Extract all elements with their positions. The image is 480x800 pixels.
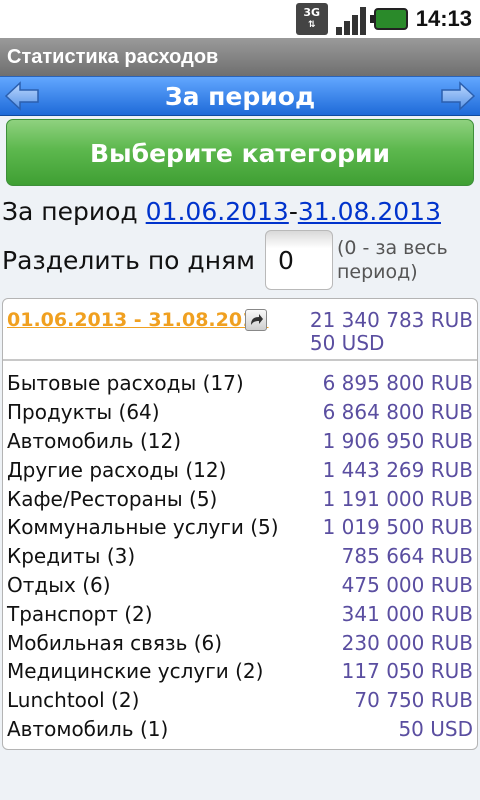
category-amount: 475 000 RUB — [341, 572, 473, 597]
category-name: Lunchtool (2) — [7, 688, 140, 713]
category-amount: 70 750 RUB — [354, 688, 473, 713]
category-name: Продукты (64) — [7, 400, 160, 425]
app-title-bar: Статистика расходов — [0, 38, 480, 76]
list-item[interactable]: Коммунальные услуги (5) 1 019 500 RUB — [3, 513, 477, 542]
split-by-days-row: Разделить по дням 0 (0 - за весь период) — [2, 228, 478, 292]
expense-list: Бытовые расходы (17) 6 895 800 RUB Продук… — [3, 369, 477, 743]
status-time: 14:13 — [415, 6, 472, 31]
date-range-row: За период 01.06.2013-31.08.2013 — [2, 192, 441, 230]
category-name: Отдых (6) — [7, 572, 111, 597]
summary-header: 01.06.2013 - 31.08.2013 21 340 783 RUB 5… — [3, 299, 477, 361]
list-item[interactable]: Бытовые расходы (17) 6 895 800 RUB — [3, 369, 477, 398]
split-days-hint: (0 - за весь период) — [336, 237, 448, 283]
list-item[interactable]: Автомобиль (12) 1 906 950 RUB — [3, 427, 477, 456]
list-item[interactable]: Медицинские услуги (2) 117 050 RUB — [3, 657, 477, 686]
next-period-button[interactable] — [436, 78, 480, 114]
signal-strength-icon — [335, 3, 366, 35]
list-item[interactable]: Отдых (6) 475 000 RUB — [3, 571, 477, 600]
category-name: Кафе/Рестораны (5) — [7, 486, 218, 511]
category-amount: 117 050 RUB — [341, 659, 473, 684]
summary-total-usd: 50 USD — [309, 331, 385, 355]
category-amount: 1 906 950 RUB — [322, 428, 473, 453]
list-item[interactable]: Автомобиль (1) 50 USD — [3, 715, 477, 744]
period-title: За период — [164, 81, 316, 111]
share-arrow-icon — [251, 314, 263, 325]
network-type-label: 3G — [303, 6, 321, 19]
category-name: Мобильная связь (6) — [7, 630, 223, 655]
category-amount: 50 USD — [398, 716, 473, 741]
list-item[interactable]: Продукты (64) 6 864 800 RUB — [3, 398, 477, 427]
category-name: Бытовые расходы (17) — [7, 371, 244, 396]
status-bar: 3G ⇅ 14:13 — [0, 0, 480, 38]
category-amount: 1 019 500 RUB — [322, 515, 473, 540]
split-days-input[interactable]: 0 — [264, 230, 333, 290]
category-name: Другие расходы (12) — [7, 457, 227, 482]
period-nav-bar: За период — [0, 76, 480, 116]
date-range-separator: - — [288, 196, 298, 226]
battery-charging-icon — [369, 8, 408, 30]
summary-total-rub: 21 340 783 RUB — [309, 308, 473, 332]
network-3g-icon: 3G ⇅ — [295, 3, 328, 35]
start-date-link[interactable]: 01.06.2013 — [146, 197, 289, 226]
category-name: Коммунальные услуги (5) — [7, 515, 279, 540]
split-by-days-label: Разделить по дням — [2, 245, 255, 275]
share-icon[interactable] — [245, 309, 267, 331]
end-date-link[interactable]: 31.08.2013 — [298, 197, 441, 226]
category-name: Автомобиль (1) — [7, 716, 169, 741]
category-amount: 230 000 RUB — [341, 630, 473, 655]
category-amount: 6 895 800 RUB — [322, 371, 473, 396]
category-amount: 341 000 RUB — [341, 601, 473, 626]
summary-range-link[interactable]: 01.06.2013 - 31.08.2013 — [7, 309, 269, 331]
arrow-right-icon — [441, 81, 476, 111]
list-item[interactable]: Мобильная связь (6) 230 000 RUB — [3, 628, 477, 657]
summary-total: 21 340 783 RUB 50 USD — [310, 309, 473, 355]
arrow-left-icon — [4, 81, 39, 111]
category-name: Автомобиль (12) — [7, 428, 181, 453]
list-item[interactable]: Кафе/Рестораны (5) 1 191 000 RUB — [3, 484, 477, 513]
category-name: Медицинские услуги (2) — [7, 659, 264, 684]
results-panel: 01.06.2013 - 31.08.2013 21 340 783 RUB 5… — [2, 298, 478, 750]
category-amount: 6 864 800 RUB — [322, 400, 473, 425]
category-name: Кредиты (3) — [7, 544, 136, 569]
category-name: Транспорт (2) — [7, 601, 153, 626]
category-amount: 1 191 000 RUB — [322, 486, 473, 511]
category-amount: 785 664 RUB — [341, 544, 473, 569]
previous-period-button[interactable] — [0, 78, 44, 114]
category-amount: 1 443 269 RUB — [322, 457, 473, 482]
list-item[interactable]: Lunchtool (2) 70 750 RUB — [3, 686, 477, 715]
list-item[interactable]: Кредиты (3) 785 664 RUB — [3, 542, 477, 571]
list-item[interactable]: Другие расходы (12) 1 443 269 RUB — [3, 455, 477, 484]
select-categories-button[interactable]: Выберите категории — [6, 119, 474, 186]
list-item[interactable]: Транспорт (2) 341 000 RUB — [3, 599, 477, 628]
app-title: Статистика расходов — [7, 46, 219, 68]
date-range-label: За период — [2, 196, 138, 226]
